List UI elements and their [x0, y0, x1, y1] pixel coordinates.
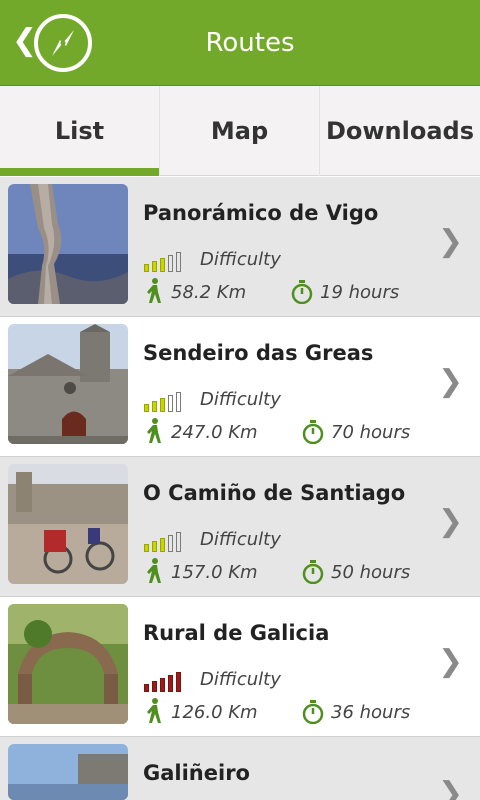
tab-list-label: List	[54, 117, 105, 145]
hiker-icon	[147, 558, 161, 583]
difficulty-bar	[176, 252, 181, 272]
difficulty-bar	[152, 401, 157, 412]
tab-downloads-label: Downloads	[325, 117, 475, 145]
difficulty-bar	[160, 258, 165, 272]
chevron-right-icon[interactable]: ❯	[438, 777, 463, 800]
page-title: Routes	[205, 28, 295, 58]
route-duration: 19 hours	[320, 282, 400, 303]
route-name: O Camiño de Santiago	[143, 481, 406, 505]
route-row[interactable]: O Camiño de Santiago Difficulty 157.0 Km…	[0, 457, 480, 597]
difficulty-bar	[152, 541, 157, 552]
route-distance: 247.0 Km	[171, 422, 258, 443]
hiker-icon	[147, 418, 161, 443]
difficulty-bar	[144, 684, 149, 692]
route-row[interactable]: Panorámico de Vigo Difficulty 58.2 Km 19…	[0, 177, 480, 317]
difficulty-bar	[168, 535, 173, 552]
route-thumbnail	[8, 184, 128, 304]
stopwatch-icon	[302, 560, 324, 584]
tab-map[interactable]: Map	[160, 86, 320, 176]
route-thumbnail	[8, 324, 128, 444]
difficulty-bar	[176, 532, 181, 552]
difficulty-bar	[144, 264, 149, 272]
chevron-right-icon[interactable]: ❯	[438, 645, 463, 679]
difficulty-bar	[176, 392, 181, 412]
route-row[interactable]: Rural de Galicia Difficulty 126.0 Km 36 …	[0, 597, 480, 737]
route-distance: 126.0 Km	[171, 702, 258, 723]
difficulty-bar	[160, 538, 165, 552]
difficulty-bar	[168, 255, 173, 272]
app-header: ❮ Routes	[0, 0, 480, 86]
chevron-right-icon[interactable]: ❯	[438, 225, 463, 259]
stopwatch-icon	[302, 700, 324, 724]
stopwatch-icon	[291, 280, 313, 304]
difficulty-bar	[160, 678, 165, 692]
tab-bar: List Map Downloads	[0, 86, 480, 176]
hiker-icon	[147, 698, 161, 723]
difficulty-bar	[144, 544, 149, 552]
route-name: Sendeiro das Greas	[143, 341, 374, 365]
difficulty-label: Difficulty	[200, 389, 281, 410]
difficulty-bar	[176, 672, 181, 692]
difficulty-bar	[168, 395, 173, 412]
route-distance: 58.2 Km	[171, 282, 247, 303]
route-thumbnail	[8, 744, 128, 800]
difficulty-bar	[160, 398, 165, 412]
route-thumbnail	[8, 464, 128, 584]
route-distance: 157.0 Km	[171, 562, 258, 583]
route-name: Galiñeiro	[143, 761, 250, 785]
route-row[interactable]: Galiñeiro ❯	[0, 737, 480, 800]
difficulty-bar	[168, 675, 173, 692]
route-name: Panorámico de Vigo	[143, 201, 379, 225]
difficulty-label: Difficulty	[200, 669, 281, 690]
tab-list[interactable]: List	[0, 86, 160, 176]
difficulty-label: Difficulty	[200, 249, 281, 270]
route-duration: 36 hours	[331, 702, 411, 723]
route-duration: 50 hours	[331, 562, 411, 583]
route-name: Rural de Galicia	[143, 621, 330, 645]
hiker-icon	[147, 278, 161, 303]
difficulty-bar	[152, 681, 157, 692]
difficulty-bar	[144, 404, 149, 412]
route-row[interactable]: Sendeiro das Greas Difficulty 247.0 Km 7…	[0, 317, 480, 457]
tab-downloads[interactable]: Downloads	[320, 86, 480, 176]
chevron-right-icon[interactable]: ❯	[438, 505, 463, 539]
stopwatch-icon	[302, 420, 324, 444]
difficulty-bar	[152, 261, 157, 272]
difficulty-label: Difficulty	[200, 529, 281, 550]
tab-map-label: Map	[210, 117, 269, 145]
route-thumbnail	[8, 604, 128, 724]
route-duration: 70 hours	[331, 422, 411, 443]
chevron-right-icon[interactable]: ❯	[438, 365, 463, 399]
tab-selected-indicator	[0, 168, 159, 176]
